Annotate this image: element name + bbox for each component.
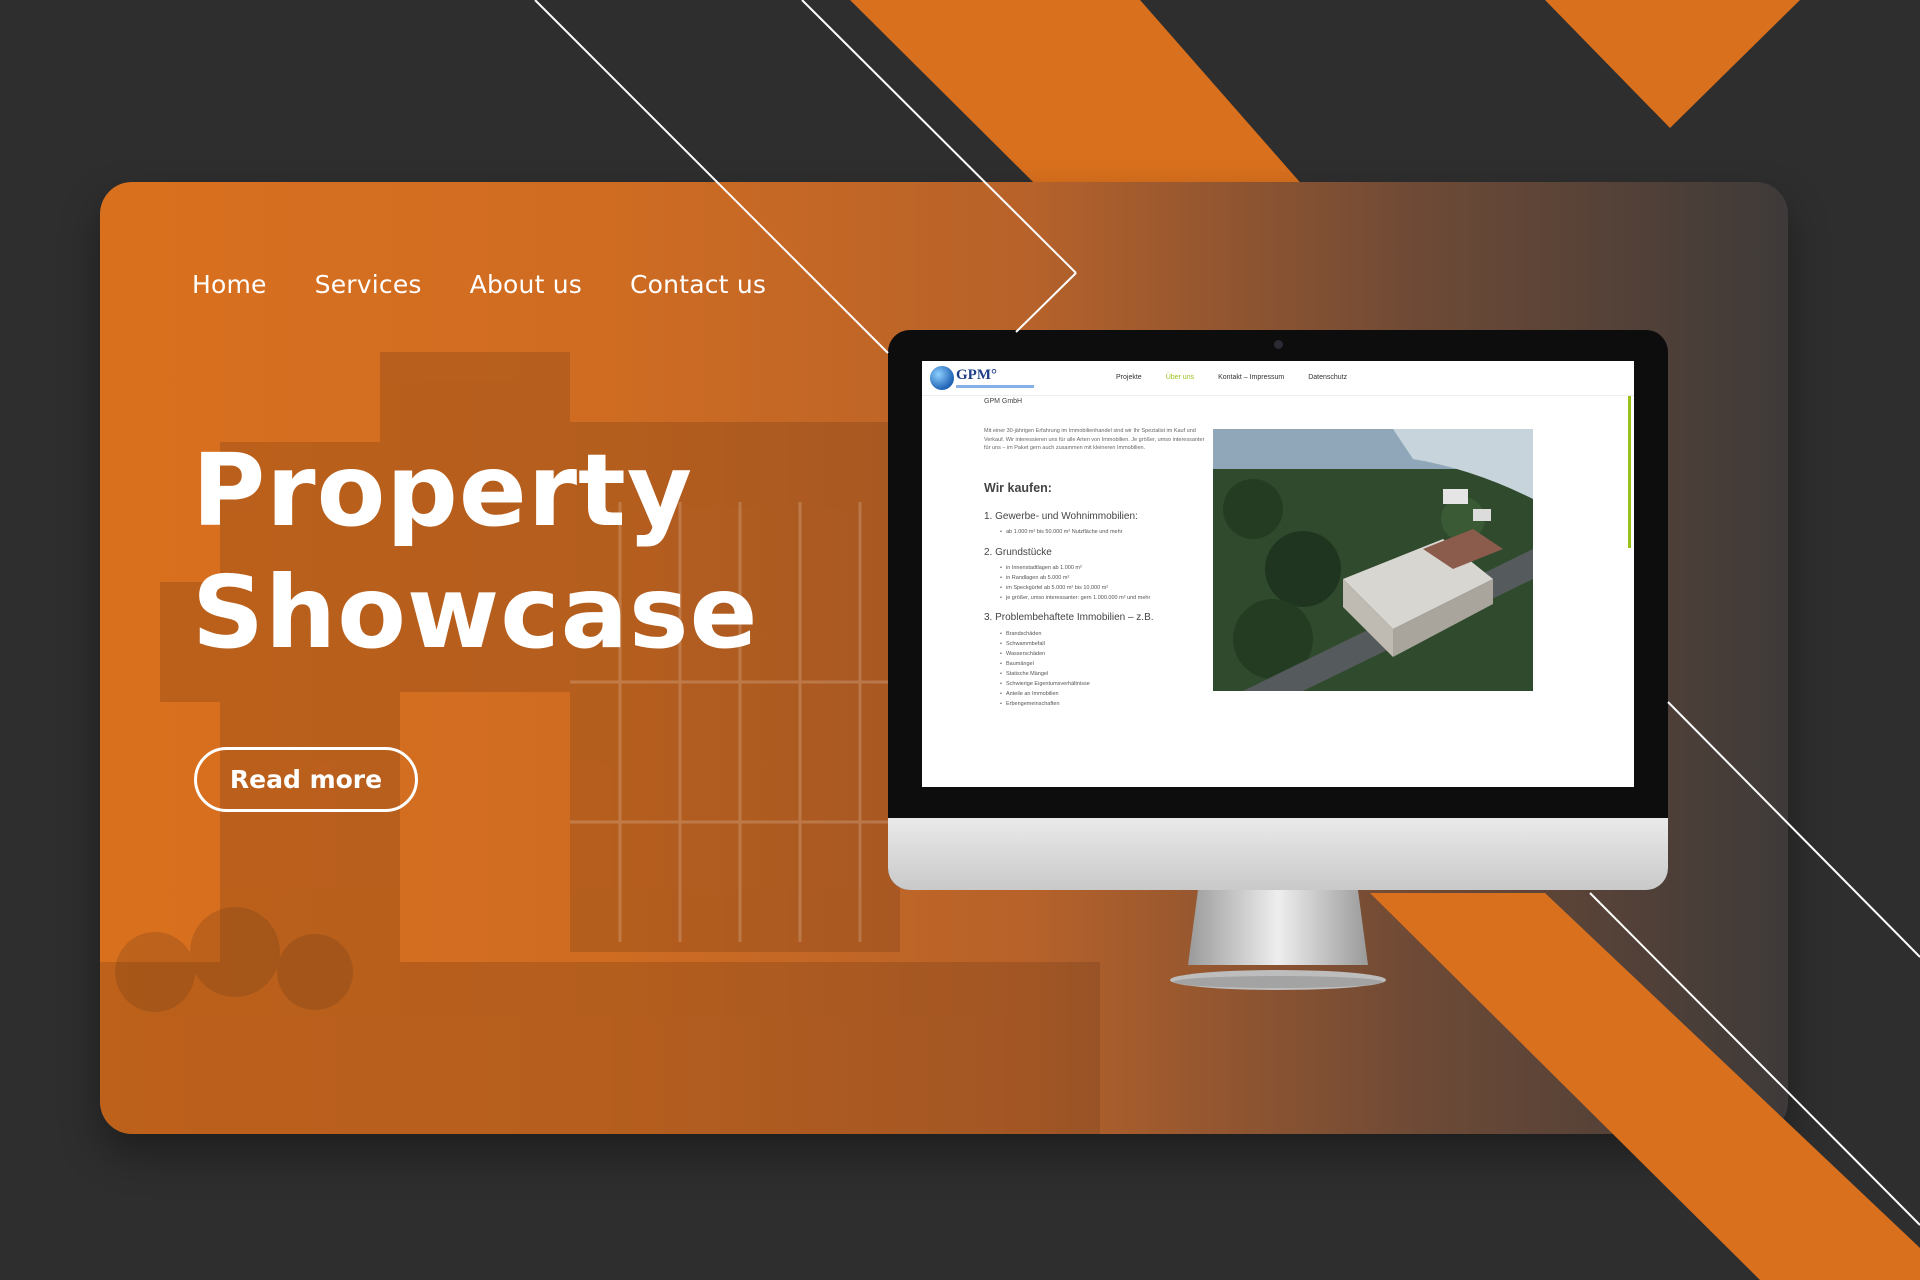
aerial-property-photo [1213, 429, 1533, 691]
monitor-frame: GPM° Projekte Über uns Kontakt – Impress… [888, 330, 1668, 890]
site-nav-ueber-uns[interactable]: Über uns [1166, 374, 1194, 381]
nav-home[interactable]: Home [192, 270, 267, 299]
list-item: ab 1.000 m² bis 50.000 m² Nutzfläche und… [1000, 527, 1122, 537]
list-item: je größer, umso interessanter: gern 1.00… [1000, 593, 1150, 603]
hero-title-line-1: Property [192, 432, 694, 549]
site-section-title: 2. Grundstücke [984, 547, 1052, 558]
monitor-screen: GPM° Projekte Über uns Kontakt – Impress… [922, 361, 1634, 787]
hero-title: Property Showcase [192, 430, 758, 674]
site-heading: Wir kaufen: [984, 481, 1052, 495]
site-list: in Innenstadtlagen ab 1.000 m² in Randla… [1000, 563, 1150, 603]
list-item: im Speckgürtel ab 5.000 m² bis 10.000 m² [1000, 583, 1150, 593]
list-item: in Randlagen ab 5.000 m² [1000, 573, 1150, 583]
list-item: Erbengemeinschaften [1000, 699, 1090, 709]
site-breadcrumb: GPM GmbH [984, 398, 1023, 405]
list-item: Schwierige Eigentumsverhältnisse [1000, 679, 1090, 689]
list-item: Brandschäden [1000, 629, 1090, 639]
list-item: Wasserschäden [1000, 649, 1090, 659]
main-nav: Home Services About us Contact us [192, 270, 766, 299]
site-nav-projekte[interactable]: Projekte [1116, 374, 1142, 381]
read-more-button[interactable]: Read more [194, 747, 418, 812]
list-item: in Innenstadtlagen ab 1.000 m² [1000, 563, 1150, 573]
site-nav-datenschutz[interactable]: Datenschutz [1308, 374, 1347, 381]
site-section-title: 3. Problembehaftete Immobilien – z.B. [984, 612, 1154, 623]
site-section-title: 1. Gewerbe- und Wohnimmobilien: [984, 511, 1138, 522]
monitor-mockup: GPM° Projekte Über uns Kontakt – Impress… [888, 330, 1668, 995]
nav-contact-us[interactable]: Contact us [630, 270, 766, 299]
hero-title-line-2: Showcase [192, 554, 759, 671]
nav-services[interactable]: Services [315, 270, 422, 299]
site-intro: Mit einer 30-jährigen Erfahrung im Immob… [984, 428, 1205, 451]
globe-logo-icon [930, 366, 954, 390]
site-logo-text: GPM° [956, 367, 997, 383]
site-list: Brandschäden Schwammbefall Wasserschäden… [1000, 629, 1090, 709]
list-item: Anteile an Immobilien [1000, 689, 1090, 699]
camera-icon [1274, 340, 1283, 349]
site-nav: Projekte Über uns Kontakt – Impressum Da… [1116, 374, 1347, 381]
list-item: Schwammbefall [1000, 639, 1090, 649]
list-item: Baumängel [1000, 659, 1090, 669]
scrollbar[interactable] [1628, 396, 1631, 548]
monitor-chin [888, 818, 1668, 890]
list-item: Statische Mängel [1000, 669, 1090, 679]
site-list: ab 1.000 m² bis 50.000 m² Nutzfläche und… [1000, 527, 1122, 537]
site-header: GPM° Projekte Über uns Kontakt – Impress… [922, 361, 1634, 396]
monitor-stand [1170, 890, 1386, 990]
nav-about-us[interactable]: About us [470, 270, 582, 299]
site-logo-tagline [956, 385, 1034, 388]
site-nav-kontakt[interactable]: Kontakt – Impressum [1218, 374, 1284, 381]
